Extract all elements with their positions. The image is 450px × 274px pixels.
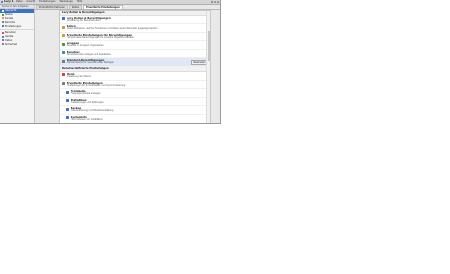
setting-icon	[66, 107, 69, 111]
row-description: Rollen definieren, welche Funktionen und…	[66, 27, 158, 31]
gear-icon	[2, 25, 4, 28]
setting-icon	[62, 25, 65, 29]
setting-icon	[62, 51, 65, 55]
section-list: Lucy Rollen & Berechtigungen Lucy Rollen …	[60, 11, 210, 123]
menu-item[interactable]: Hilfe	[77, 0, 82, 4]
row-description: Benutzer in Gruppen organisieren	[66, 44, 104, 48]
setting-icon	[62, 42, 65, 46]
shield-icon	[2, 43, 4, 46]
row-text: Erweiterte Einstellungen für Berechtigun…	[67, 34, 209, 40]
scrollbar[interactable]	[206, 11, 210, 123]
status-icon	[2, 13, 4, 16]
settings-row[interactable]: Backup Datensicherung und Wiederherstellu…	[60, 106, 210, 115]
setting-icon	[62, 17, 65, 20]
row-text: Backup Datensicherung und Wiederherstellu…	[71, 107, 209, 113]
row-text: Lucy Rollen & Berechtigungen Verwaltung d…	[67, 17, 209, 23]
row-text: Benutzer Benutzerkonten anlegen und bearb…	[67, 51, 209, 57]
settings-row[interactable]: Lucy Rollen & Berechtigungen Verwaltung d…	[60, 16, 210, 25]
row-text: Erweiterte Einstellungen Einstellungen fü…	[67, 82, 209, 88]
maximize-button[interactable]: □	[214, 1, 216, 3]
menu-item[interactable]: Werkzeuge	[59, 0, 72, 4]
row-description: Feingranulare Berechtigungen für einzeln…	[66, 35, 135, 39]
user-icon	[2, 31, 4, 34]
settings-row[interactable]: Rollen Rollen definieren, welche Funktion…	[60, 24, 210, 33]
sidebar: Suche in den Aufgaben Übersicht Status Kan…	[0, 5, 35, 123]
settings-row[interactable]: Protokolle Ereignisprotokolle anzeigen	[60, 89, 210, 98]
row-description: Informationen zur Installation	[70, 117, 103, 121]
close-button[interactable]: ×	[217, 1, 219, 3]
row-text: Menü Anpassung der Menüs	[67, 73, 209, 79]
settings-row[interactable]: Gruppen Benutzer in Gruppen organisieren	[60, 41, 210, 50]
menu-bar: Datei Ansicht Einstellungen Werkzeuge Hilfe	[16, 0, 82, 4]
settings-content: Lucy Rollen & Berechtigungen Lucy Rollen …	[59, 10, 211, 123]
menu-item[interactable]: Datei	[16, 0, 22, 4]
settings-row[interactable]: Statistiken Auswertungen und Zählungen	[60, 98, 210, 107]
device-icon	[2, 35, 4, 38]
row-text: Systeminfo Informationen zur Installation	[71, 116, 209, 122]
setting-icon	[66, 116, 69, 120]
setting-icon	[62, 59, 65, 63]
menu-item[interactable]: Einstellungen	[39, 0, 55, 4]
row-text: Protokolle Ereignisprotokolle anzeigen	[71, 90, 209, 96]
sidebar-item-label: Geräte	[5, 35, 14, 39]
row-description: Benutzerkonten anlegen und bearbeiten	[66, 52, 111, 56]
setting-icon	[62, 82, 65, 86]
settings-row[interactable]: Systeminfo Informationen zur Installation	[60, 115, 210, 123]
row-description: Einstellungen für Schnittstellen und Syn…	[66, 83, 126, 87]
settings-row[interactable]: Benutzer Benutzerkonten anlegen und bearb…	[60, 50, 210, 59]
data-icon	[2, 39, 4, 42]
sidebar-item-label: Status	[5, 13, 13, 17]
sidebar-item-label: Berichte	[5, 20, 15, 24]
sidebar-list-secondary: Benutzer Geräte Daten Sicherheit	[0, 31, 34, 46]
settings-row[interactable]: Menü Anpassung der Menüs	[60, 72, 210, 81]
row-text: Statistiken Auswertungen und Zählungen	[71, 99, 209, 105]
settings-row[interactable]: Erweiterte Einstellungen Einstellungen fü…	[60, 81, 210, 90]
tab[interactable]: Rollen	[68, 5, 83, 9]
setting-icon	[66, 90, 69, 94]
menu-item[interactable]: Ansicht	[26, 0, 35, 4]
row-text: Rollen Rollen definieren, welche Funktion…	[67, 25, 209, 31]
sidebar-list: Übersicht Status Kanäle Berichte Einstellung…	[0, 9, 34, 28]
window-title: Lucy 1	[4, 0, 14, 3]
window-controls: – □ ×	[211, 1, 219, 3]
row-description: Datensicherung und Wiederherstellung	[70, 109, 114, 113]
sidebar-item[interactable]: Einstellungen	[0, 24, 34, 28]
sidebar-item-label: Übersicht	[5, 9, 17, 13]
row-description: Ereignisprotokolle anzeigen	[70, 92, 101, 96]
app-window: Lucy 1 Datei Ansicht Einstellungen Werkzeug…	[0, 0, 221, 124]
home-icon	[2, 9, 4, 12]
app-icon	[1, 1, 3, 3]
tab[interactable]: Produktinformationen	[36, 5, 68, 9]
scroll-thumb[interactable]	[207, 31, 210, 61]
sidebar-divider	[0, 28, 34, 30]
channel-icon	[2, 17, 4, 20]
sidebar-item-label: Kanäle	[5, 16, 14, 20]
sidebar-item-label: Daten	[5, 38, 13, 42]
minimize-button[interactable]: –	[211, 1, 213, 3]
row-description: Verwaltung der Benutzerrollen	[66, 18, 100, 22]
setting-icon	[62, 73, 65, 77]
sidebar-item-label: Einstellungen	[5, 24, 22, 28]
setting-icon	[66, 99, 69, 103]
row-text: Gruppen Benutzer in Gruppen organisieren	[67, 42, 209, 48]
main-panel: Produktinformationen Rollen Erweiterte Ein…	[35, 5, 220, 123]
row-description: Standardwerte für neue Benutzer festlege…	[66, 61, 115, 65]
setting-icon	[62, 34, 65, 38]
sidebar-item[interactable]: Sicherheit	[0, 42, 34, 46]
tab[interactable]: Erweiterte Einstellungen	[83, 5, 123, 9]
row-text: Standard-Berechtigungen Standardwerte für…	[67, 59, 189, 65]
sidebar-item-label: Benutzer	[5, 31, 16, 35]
row-description: Auswertungen und Zählungen	[70, 100, 104, 104]
row-description: Anpassung der Menüs	[66, 74, 91, 78]
report-icon	[2, 21, 4, 24]
sidebar-item-label: Sicherheit	[5, 42, 18, 46]
settings-row[interactable]: Erweiterte Einstellungen für Berechtigun…	[60, 33, 210, 42]
